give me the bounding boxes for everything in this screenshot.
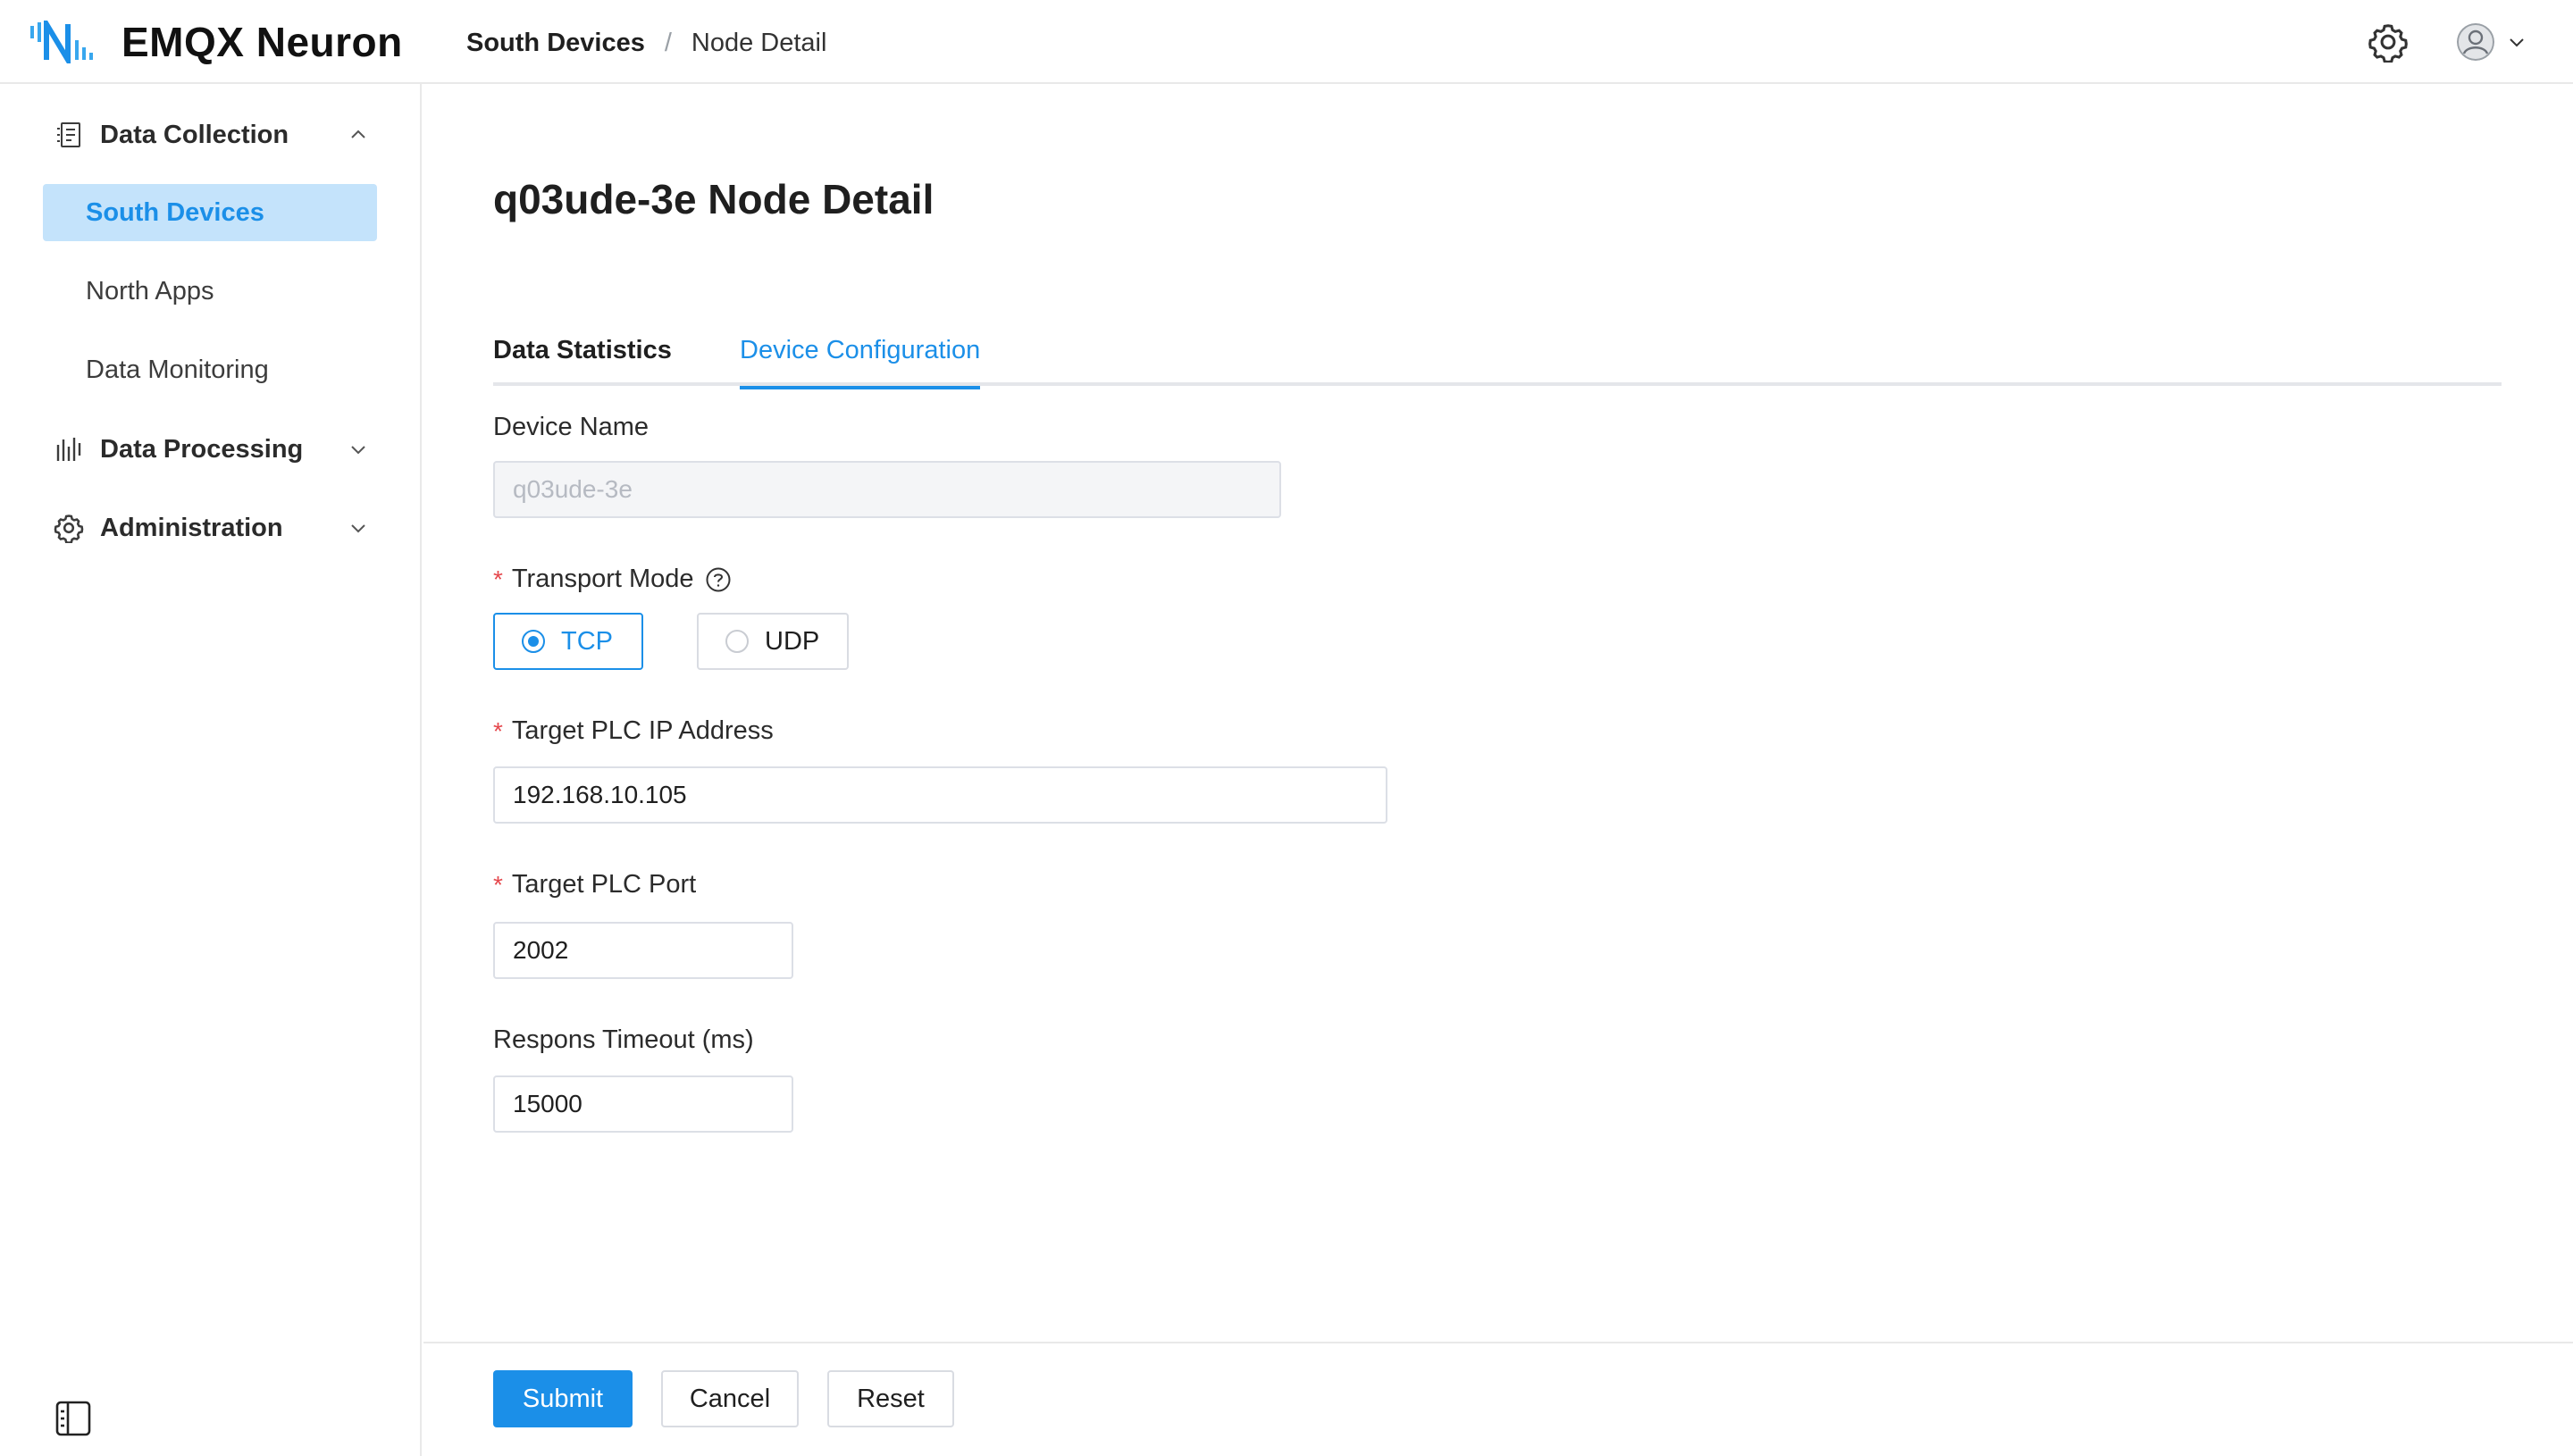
sidebar-group-data-collection[interactable]: Data Collection bbox=[43, 107, 377, 163]
required-mark: * bbox=[493, 565, 503, 593]
gear-icon bbox=[2368, 24, 2408, 63]
device-name-field: q03ude-3e bbox=[493, 461, 1281, 518]
transport-udp-radio[interactable]: UDP bbox=[697, 613, 849, 670]
sidebar-collapse-button[interactable] bbox=[54, 1399, 93, 1438]
main-content: q03ude-3e Node Detail Data Statistics De… bbox=[423, 86, 2573, 1456]
transport-tcp-radio[interactable]: TCP bbox=[493, 613, 643, 670]
timeout-label-text: Respons Timeout (ms) bbox=[493, 1025, 754, 1054]
chevron-up-icon bbox=[351, 130, 365, 138]
sidebar-item-data-monitoring[interactable]: Data Monitoring bbox=[43, 341, 377, 398]
breadcrumb-current: Node Detail bbox=[691, 29, 827, 57]
transport-mode-label-text: Transport Mode bbox=[511, 565, 694, 593]
sidebar-group-label: Data Collection bbox=[100, 120, 289, 149]
ip-address-label-text: Target PLC IP Address bbox=[511, 716, 774, 745]
user-menu-button[interactable] bbox=[2457, 23, 2527, 61]
app-title: EMQX Neuron bbox=[122, 19, 403, 65]
sidebar-group-label: Administration bbox=[100, 513, 283, 542]
radio-label: TCP bbox=[561, 626, 613, 656]
sidebar-group-data-processing[interactable]: Data Processing bbox=[43, 422, 377, 477]
device-name-label: Device Name bbox=[493, 413, 649, 442]
breadcrumb: South Devices / Node Detail bbox=[466, 29, 826, 58]
ip-address-input[interactable]: 192.168.10.105 bbox=[493, 766, 1387, 824]
sidebar: Data Collection South Devices North Apps… bbox=[0, 84, 422, 1456]
device-name-label-text: Device Name bbox=[493, 413, 650, 441]
reset-button[interactable]: Reset bbox=[827, 1370, 954, 1427]
port-input[interactable]: 2002 bbox=[493, 922, 793, 979]
question-circle-icon[interactable] bbox=[705, 566, 732, 593]
settings-button[interactable] bbox=[2368, 21, 2409, 63]
chevron-down-icon bbox=[2510, 38, 2524, 47]
required-mark: * bbox=[493, 870, 503, 899]
neuron-logo-icon bbox=[30, 21, 93, 63]
submit-button[interactable]: Submit bbox=[493, 1370, 633, 1427]
top-header: EMQX Neuron South Devices / Node Detail bbox=[0, 0, 2573, 84]
required-mark: * bbox=[493, 716, 503, 745]
tab-device-configuration[interactable]: Device Configuration bbox=[740, 336, 981, 389]
port-label-text: Target PLC Port bbox=[511, 870, 697, 899]
radio-unchecked-icon bbox=[725, 630, 749, 653]
sidebar-item-north-apps[interactable]: North Apps bbox=[43, 263, 377, 320]
page-title: q03ude-3e Node Detail bbox=[493, 176, 934, 222]
transport-mode-label: * Transport Mode bbox=[493, 565, 732, 594]
list-icon bbox=[57, 122, 80, 147]
app-logo[interactable]: EMQX Neuron bbox=[29, 19, 403, 65]
cancel-button[interactable]: Cancel bbox=[661, 1370, 799, 1427]
radio-checked-icon bbox=[522, 630, 545, 653]
form-footer: Submit Cancel Reset bbox=[423, 1342, 2573, 1456]
gear-icon bbox=[54, 515, 84, 543]
ip-address-label: * Target PLC IP Address bbox=[493, 716, 774, 746]
user-avatar-icon bbox=[2457, 23, 2494, 61]
sidebar-toggle-icon bbox=[55, 1401, 91, 1436]
port-label: * Target PLC Port bbox=[493, 870, 696, 900]
timeout-input[interactable]: 15000 bbox=[493, 1075, 793, 1133]
chevron-down-icon bbox=[351, 446, 365, 455]
timeout-label: Respons Timeout (ms) bbox=[493, 1025, 754, 1055]
sidebar-item-south-devices[interactable]: South Devices bbox=[43, 184, 377, 241]
breadcrumb-parent[interactable]: South Devices bbox=[466, 29, 645, 58]
tab-bar: Data Statistics Device Configuration bbox=[493, 336, 2502, 389]
chevron-down-icon bbox=[351, 524, 365, 533]
breadcrumb-separator: / bbox=[664, 29, 672, 57]
tab-data-statistics[interactable]: Data Statistics bbox=[493, 336, 672, 386]
radio-label: UDP bbox=[765, 626, 820, 656]
bars-icon bbox=[56, 438, 81, 461]
sidebar-group-administration[interactable]: Administration bbox=[43, 500, 377, 556]
sidebar-group-label: Data Processing bbox=[100, 434, 304, 464]
